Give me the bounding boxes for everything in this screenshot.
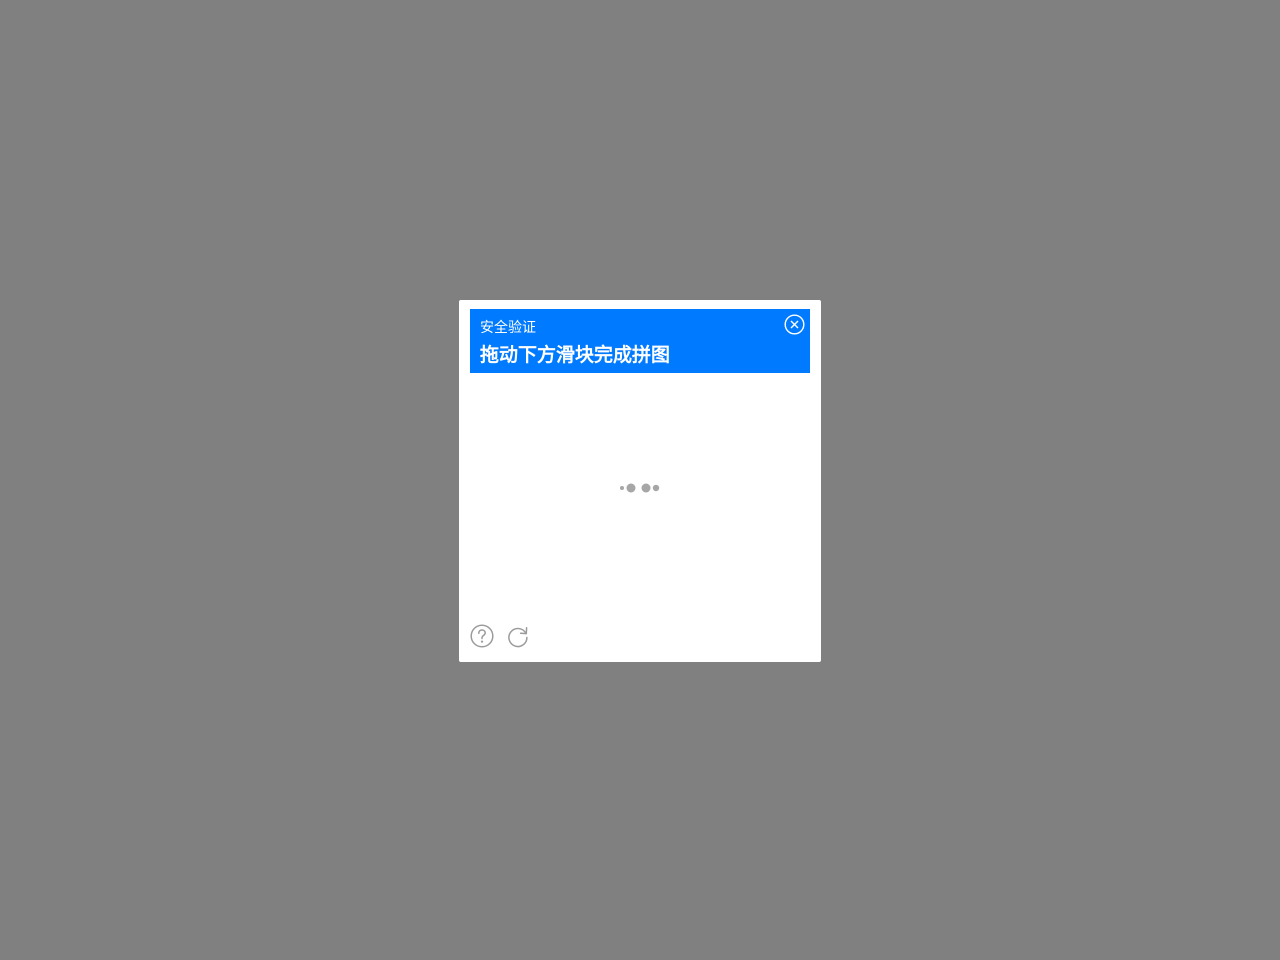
captcha-dialog: 安全验证 拖动下方滑块完成拼图 [459, 300, 821, 662]
refresh-button[interactable] [506, 624, 530, 648]
refresh-icon [508, 627, 528, 648]
captcha-header: 安全验证 拖动下方滑块完成拼图 [470, 309, 810, 373]
question-circle-icon [470, 624, 494, 648]
captcha-subtitle: 安全验证 [480, 320, 536, 336]
help-button[interactable] [470, 624, 494, 648]
close-button[interactable] [784, 314, 805, 335]
loading-dots-icon [620, 483, 660, 493]
loading-indicator [619, 480, 661, 494]
captcha-title: 拖动下方滑块完成拼图 [480, 344, 671, 366]
close-circle-icon [784, 314, 805, 335]
